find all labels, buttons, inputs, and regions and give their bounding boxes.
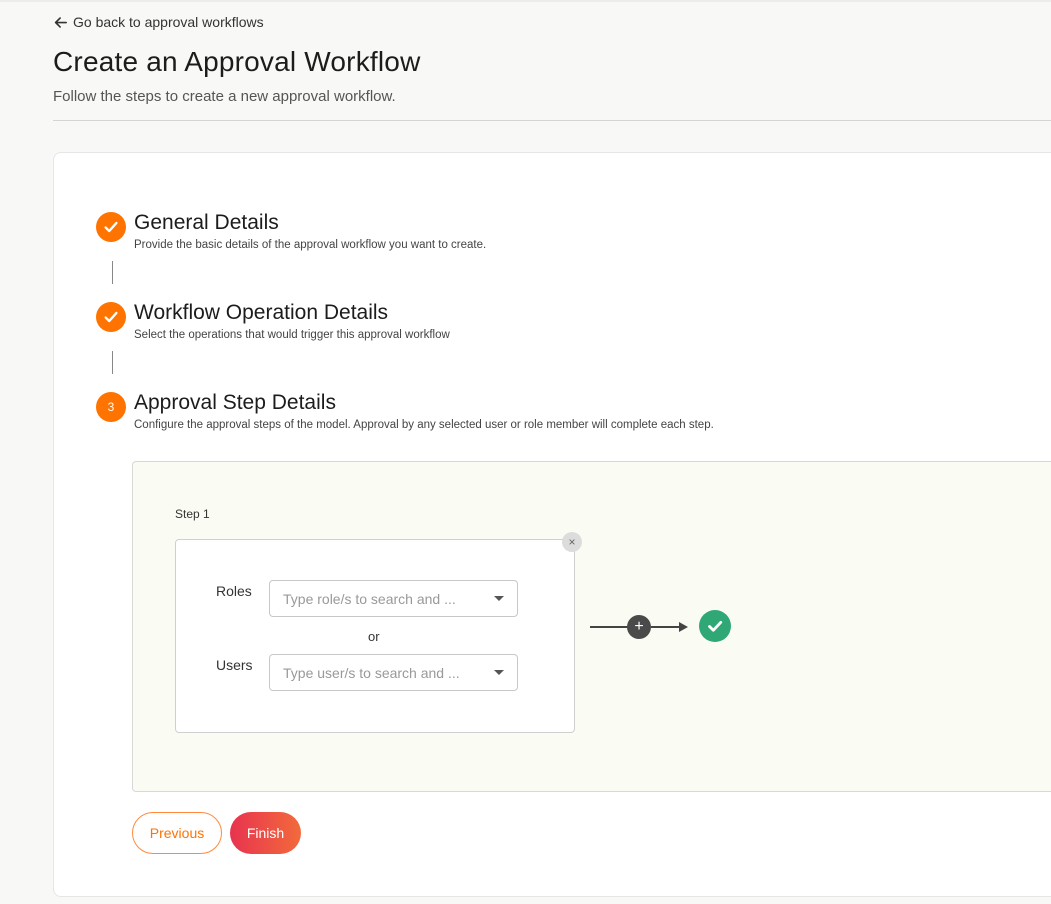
back-link-label: Go back to approval workflows (73, 14, 264, 30)
top-border (0, 0, 1051, 2)
wizard-step-approval-step-details: 3 Approval Step Details Configure the ap… (96, 390, 714, 431)
arrow-left-icon (54, 16, 67, 28)
roles-select-placeholder: Type role/s to search and ... (283, 590, 456, 607)
header-divider (53, 120, 1051, 121)
step-description: Configure the approval steps of the mode… (134, 419, 714, 431)
users-select[interactable]: Type user/s to search and ... (269, 654, 518, 691)
flow-line (651, 626, 681, 628)
step-title: Workflow Operation Details (134, 301, 389, 324)
check-circle-icon (708, 620, 723, 632)
flow-line (590, 626, 628, 628)
flow-end-badge (699, 610, 731, 642)
step-description: Select the operations that would trigger… (134, 329, 450, 341)
checkmark-icon (104, 311, 118, 323)
caret-down-icon (494, 670, 504, 675)
step-completed-badge (96, 302, 126, 332)
page-title: Create an Approval Workflow (53, 46, 421, 77)
users-label: Users (216, 657, 253, 673)
arrow-head-icon (679, 622, 688, 632)
checkmark-icon (104, 221, 118, 233)
finish-button[interactable]: Finish (230, 812, 301, 854)
wizard-step-workflow-operation-details: Workflow Operation Details Select the op… (96, 300, 450, 341)
step-title: Approval Step Details (134, 391, 336, 414)
page-subtitle: Follow the steps to create a new approva… (53, 88, 396, 105)
caret-down-icon (494, 596, 504, 601)
previous-button[interactable]: Previous (132, 812, 222, 854)
approval-step-label: Step 1 (175, 507, 210, 521)
wizard-step-general-details: General Details Provide the basic detail… (96, 210, 486, 251)
step-connector (112, 261, 113, 284)
users-select-placeholder: Type user/s to search and ... (283, 664, 460, 681)
step-description: Provide the basic details of the approva… (134, 239, 487, 251)
remove-step-button[interactable]: × (562, 532, 582, 552)
step-number-badge: 3 (96, 392, 126, 422)
plus-icon: + (634, 618, 644, 635)
roles-select[interactable]: Type role/s to search and ... (269, 580, 518, 617)
add-step-button[interactable]: + (627, 615, 651, 639)
step-title: General Details (134, 211, 279, 234)
close-icon: × (568, 535, 576, 549)
roles-label: Roles (216, 583, 252, 599)
step-completed-badge (96, 212, 126, 242)
step-connector (112, 351, 113, 374)
back-to-workflows-link[interactable]: Go back to approval workflows (54, 14, 264, 30)
or-separator: or (368, 629, 380, 644)
